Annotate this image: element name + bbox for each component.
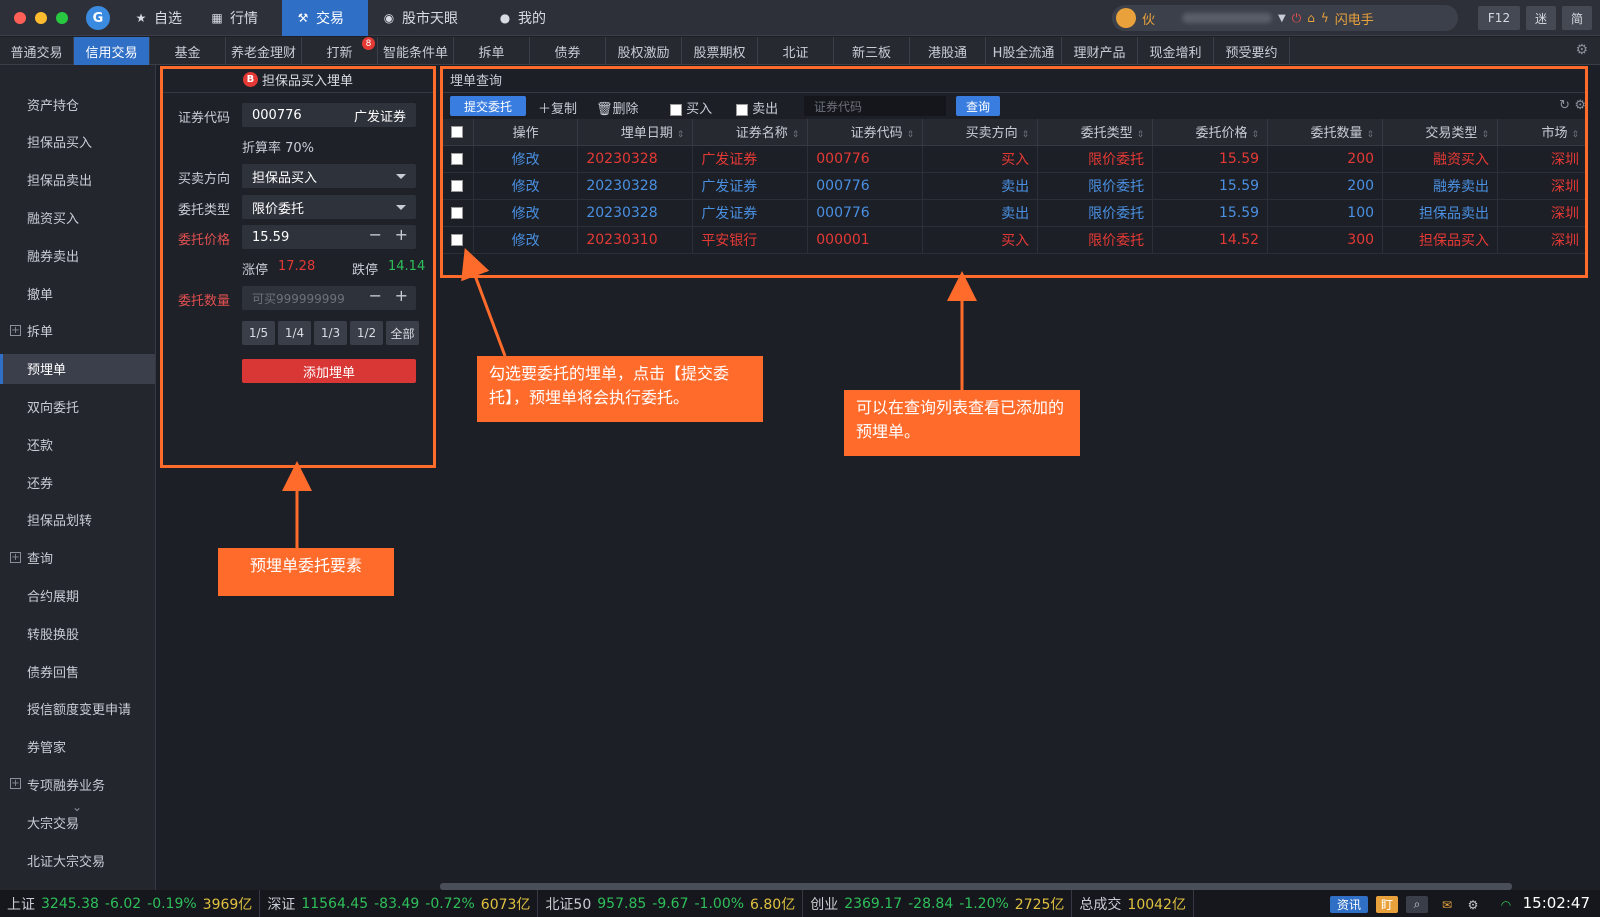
app-window: G ★ 自选 ▦ 行情 ⚒ 交易 ◉ 股市天眼 ● 我的 伙 ▼ ⏻ ⌂ ϟ 闪电手 F1…	[0, 0, 1600, 917]
callout-query: 可以在查询列表查看已添加的预埋单。	[844, 390, 1080, 456]
callout-submit: 勾选要委托的埋单，点击【提交委托】，预埋单将会执行委托。	[477, 356, 763, 422]
arrow-to-checkboxes	[461, 247, 507, 357]
callout-arrows	[282, 247, 977, 548]
callout-form: 预埋单委托要素	[218, 548, 394, 596]
